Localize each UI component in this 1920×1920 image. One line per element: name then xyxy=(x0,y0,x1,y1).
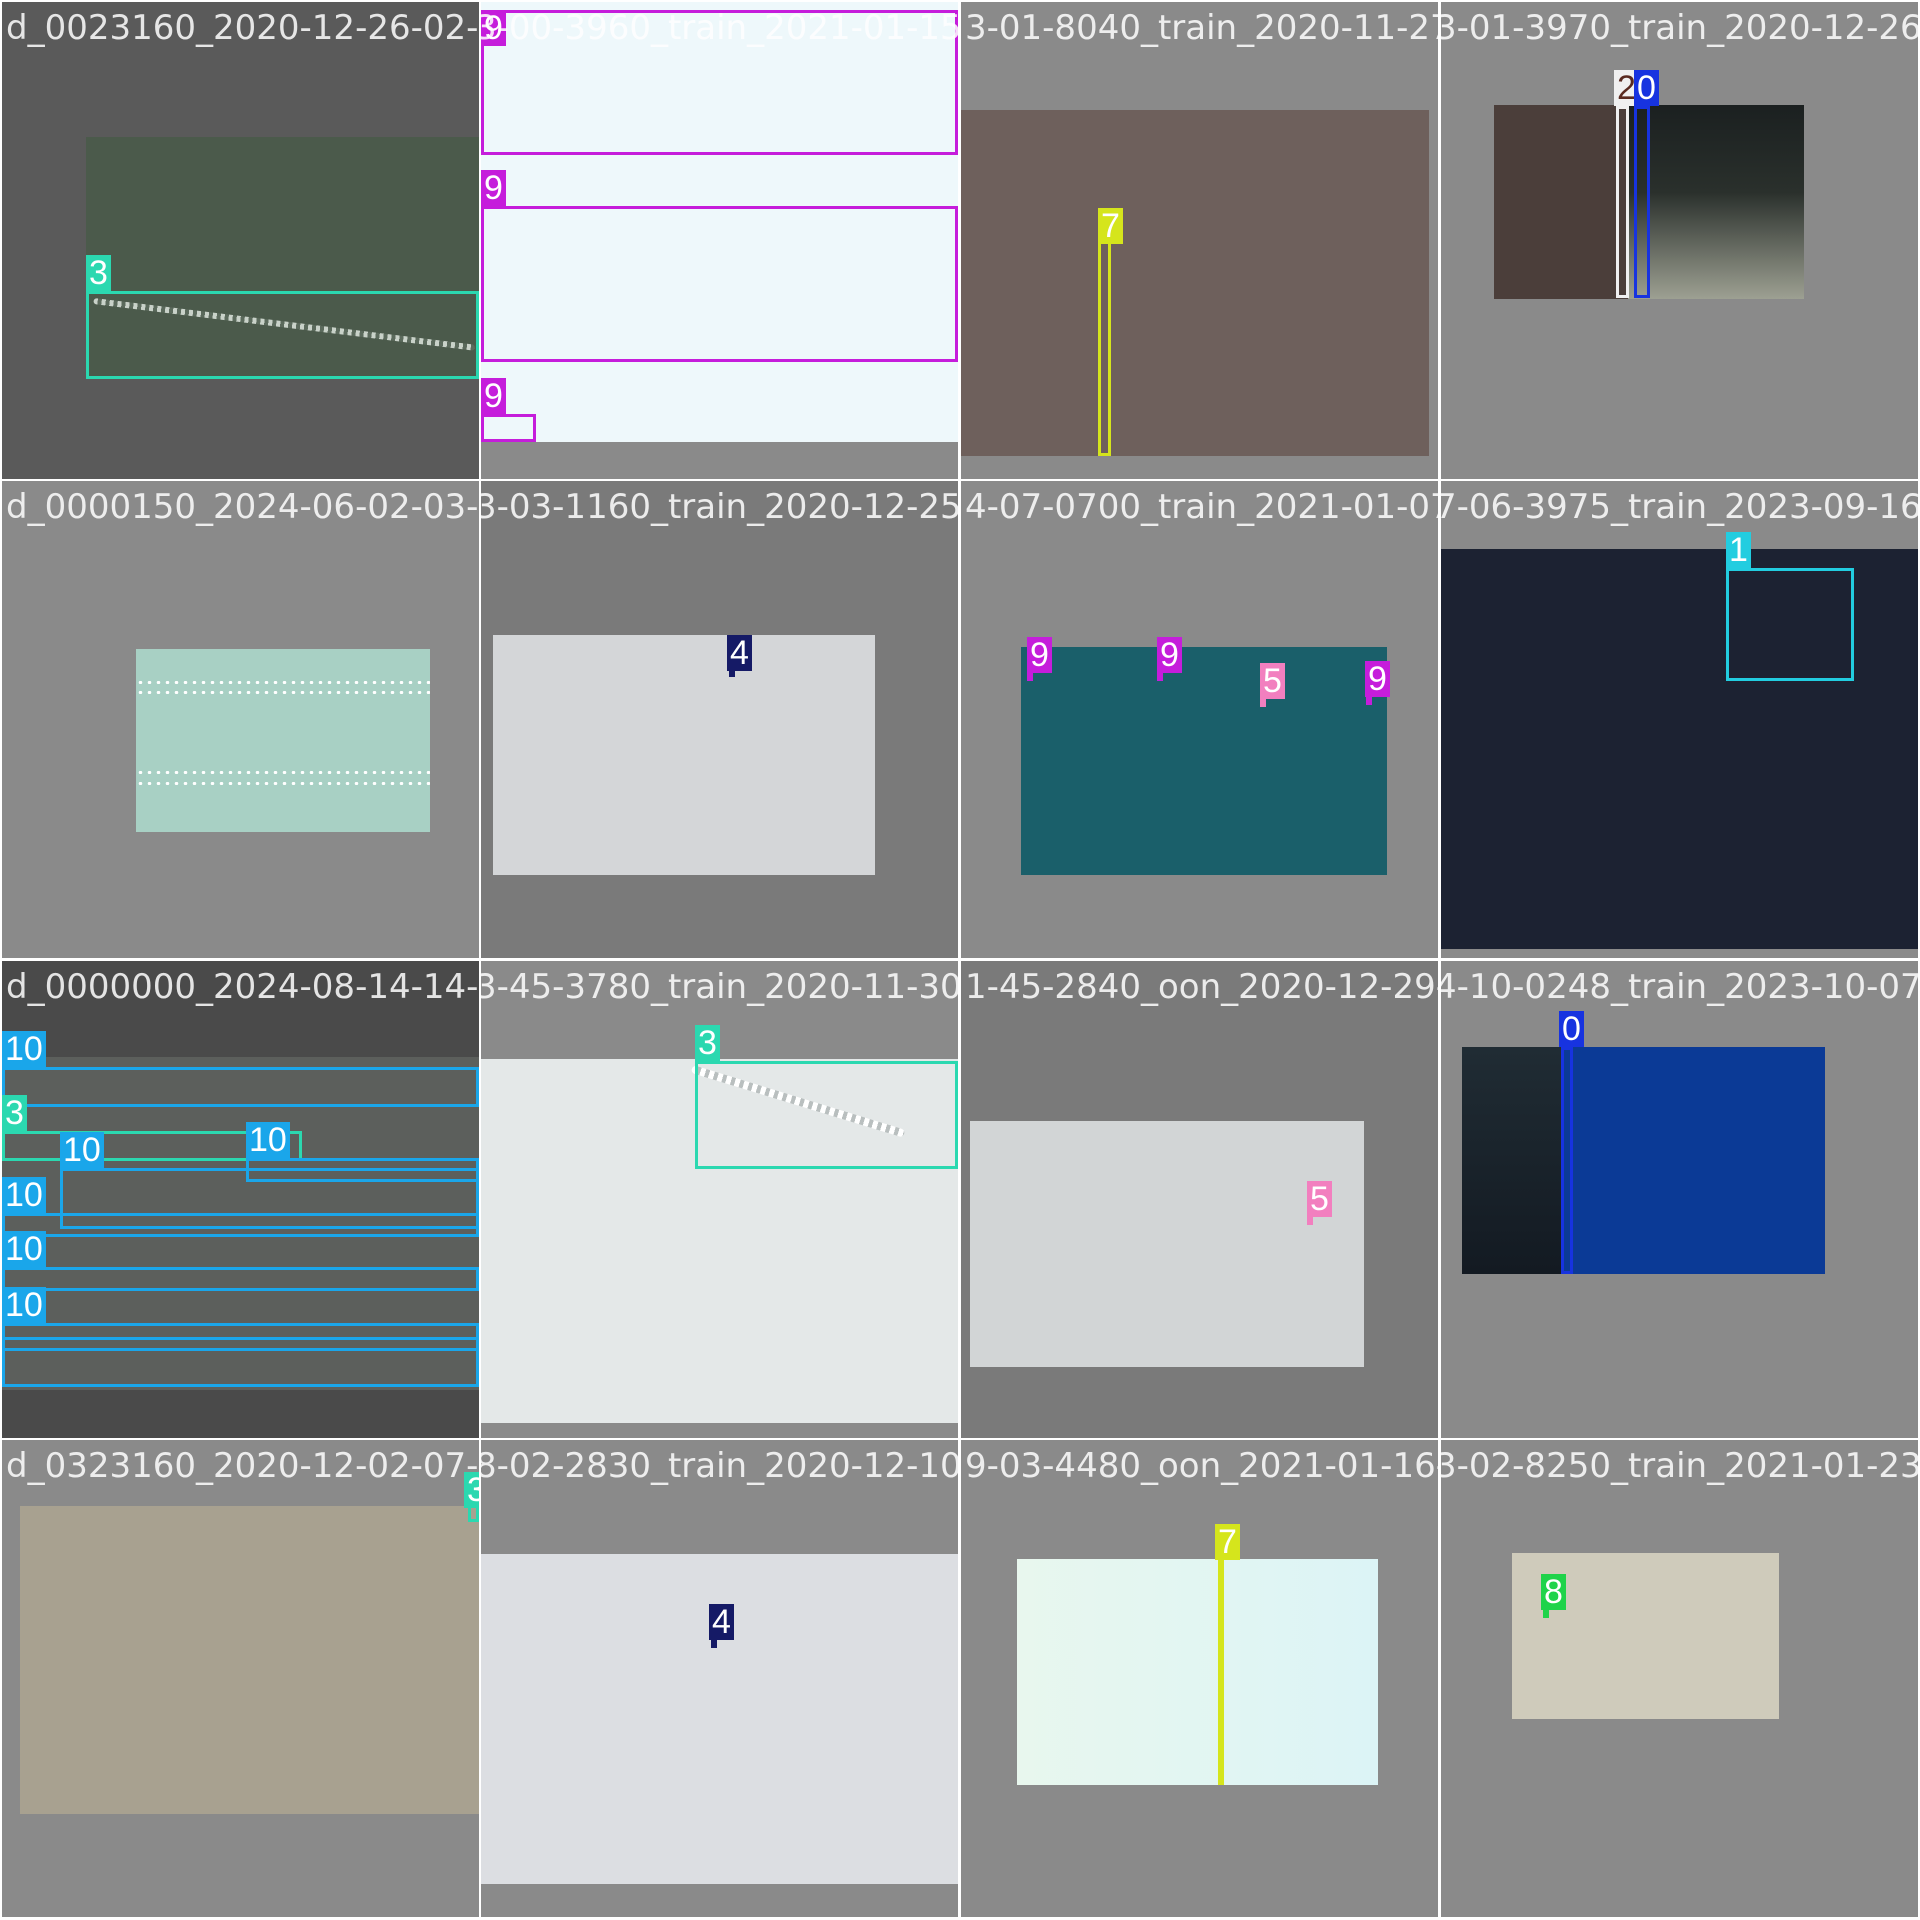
box-label: 9 xyxy=(481,170,506,206)
box-label: 10 xyxy=(2,1031,46,1067)
bounding-box[interactable] xyxy=(86,291,479,379)
image-tile[interactable]: 3 d_0323160_2020-12-02-07- xyxy=(2,1440,479,1917)
box-label: 5 xyxy=(1307,1181,1332,1217)
tile-filename: d_0323160_2020-12-02-07- xyxy=(6,1446,479,1486)
tile-filename: 3-03-1160_train_2020-12-25-12- xyxy=(481,487,958,527)
bounding-box[interactable] xyxy=(481,206,958,362)
image-tile[interactable]: 7 9-03-4480_oon_2021-01-16-18- xyxy=(961,1440,1438,1917)
box-label: 9 xyxy=(1365,661,1390,697)
image-tile[interactable]: 3 d_0023160_2020-12-26-02- xyxy=(2,2,479,479)
tile-filename: 4-07-0700_train_2021-01-07-18- xyxy=(965,487,1438,527)
box-label: 7 xyxy=(1098,208,1123,244)
tile-filename: 9-03-4480_oon_2021-01-16-18- xyxy=(965,1446,1438,1486)
fabric-image xyxy=(961,110,1429,456)
tile-filename: d_0023160_2020-12-26-02- xyxy=(6,8,479,48)
image-tile[interactable]: 3 3-45-3780_train_2020-11-30-09- xyxy=(481,961,958,1438)
image-tile[interactable]: 9 9 9 3-00-3960_train_2021-01-15-10- xyxy=(481,2,958,479)
box-label: 0 xyxy=(1634,70,1659,106)
fabric-image xyxy=(970,1121,1364,1367)
fabric-image xyxy=(1628,105,1804,299)
box-label: 9 xyxy=(1027,637,1052,673)
bounding-box[interactable] xyxy=(1218,1558,1224,1785)
box-label: 7 xyxy=(1215,1524,1240,1560)
fabric-image xyxy=(1462,1047,1563,1274)
box-label: 10 xyxy=(246,1122,290,1158)
image-tile[interactable]: 7 3-01-8040_train_2020-11-27-18- xyxy=(961,2,1438,479)
fabric-image xyxy=(1563,1047,1825,1274)
tile-filename: 3-01-8040_train_2020-11-27-18- xyxy=(965,8,1438,48)
bounding-box[interactable] xyxy=(695,1061,958,1169)
image-tile[interactable]: 4 3-03-1160_train_2020-12-25-12- xyxy=(481,481,958,958)
tile-filename: 3-01-3970_train_2020-12-26-06- xyxy=(1441,8,1918,48)
box-label: 10 xyxy=(2,1177,46,1213)
image-tile[interactable]: 0 4-10-0248_train_2023-10-07-13- xyxy=(1441,961,1918,1438)
bounding-box[interactable] xyxy=(481,414,536,442)
tile-filename: 7-06-3975_train_2023-09-16-12- xyxy=(1441,487,1918,527)
fabric-image xyxy=(1021,647,1387,875)
tile-filename: 4-10-0248_train_2023-10-07-13- xyxy=(1441,967,1918,1007)
tile-filename: d_0000000_2024-08-14-14- xyxy=(6,967,479,1007)
tile-filename: 3-45-3780_train_2020-11-30-09- xyxy=(481,967,958,1007)
image-tile[interactable]: d_0000150_2024-06-02-03- xyxy=(2,481,479,958)
box-label: 0 xyxy=(1559,1011,1584,1047)
bounding-box[interactable] xyxy=(1027,673,1033,681)
box-label: 4 xyxy=(727,635,752,671)
box-label: 8 xyxy=(1541,1574,1566,1610)
bounding-box[interactable] xyxy=(1543,1610,1549,1618)
bounding-box[interactable] xyxy=(1260,699,1266,707)
bounding-box[interactable] xyxy=(1157,673,1163,681)
bounding-box[interactable] xyxy=(1366,697,1372,705)
bounding-box[interactable] xyxy=(1616,106,1629,298)
bounding-box[interactable] xyxy=(2,1267,479,1291)
tile-filename: 3-02-8250_train_2021-01-23-05- xyxy=(1441,1446,1918,1486)
box-label: 3 xyxy=(86,255,111,291)
fabric-image xyxy=(493,635,875,875)
box-label: 3 xyxy=(2,1095,27,1131)
box-label: 1 xyxy=(1726,532,1751,568)
bounding-box[interactable] xyxy=(2,1067,479,1107)
bounding-box[interactable] xyxy=(2,1337,479,1387)
tile-filename: 1-45-2840_oon_2020-12-29-05- xyxy=(965,967,1438,1007)
fabric-image xyxy=(1494,105,1628,299)
box-label: 10 xyxy=(2,1287,46,1323)
image-tile[interactable]: 5 1-45-2840_oon_2020-12-29-05- xyxy=(961,961,1438,1438)
bounding-box[interactable] xyxy=(246,1158,479,1182)
tile-filename: 8-02-2830_train_2020-12-10-13- xyxy=(481,1446,958,1486)
box-label: 10 xyxy=(2,1231,46,1267)
bounding-box[interactable] xyxy=(711,1640,717,1648)
bounding-box[interactable] xyxy=(1634,106,1650,298)
bounding-box[interactable] xyxy=(1561,1047,1573,1274)
box-label: 5 xyxy=(1260,663,1285,699)
bounding-box[interactable] xyxy=(1098,240,1111,456)
bounding-box[interactable] xyxy=(2,1213,479,1237)
image-tile[interactable]: 9 9 5 9 4-07-0700_train_2021-01-07-18- xyxy=(961,481,1438,958)
fabric-image xyxy=(1017,1559,1378,1785)
box-label: 9 xyxy=(1157,637,1182,673)
fabric-image xyxy=(20,1506,479,1814)
image-tile[interactable]: 2 0 3-01-3970_train_2020-12-26-06- xyxy=(1441,2,1918,479)
image-tile[interactable]: 4 8-02-2830_train_2020-12-10-13- xyxy=(481,1440,958,1917)
image-tile[interactable]: 1 7-06-3975_train_2023-09-16-12- xyxy=(1441,481,1918,958)
tile-filename: 3-00-3960_train_2021-01-15-10- xyxy=(481,8,958,48)
box-label: 3 xyxy=(695,1025,720,1061)
image-tile[interactable]: 8 3-02-8250_train_2021-01-23-05- xyxy=(1441,1440,1918,1917)
bounding-box[interactable] xyxy=(1726,568,1854,681)
box-label: 9 xyxy=(481,378,506,414)
image-tile[interactable]: 10 3 10 10 10 10 10 d_0000000_2024-08-14… xyxy=(2,961,479,1438)
tile-filename: d_0000150_2024-06-02-03- xyxy=(6,487,479,527)
box-label: 10 xyxy=(60,1132,104,1168)
fabric-image xyxy=(136,649,430,832)
box-label: 4 xyxy=(709,1604,734,1640)
